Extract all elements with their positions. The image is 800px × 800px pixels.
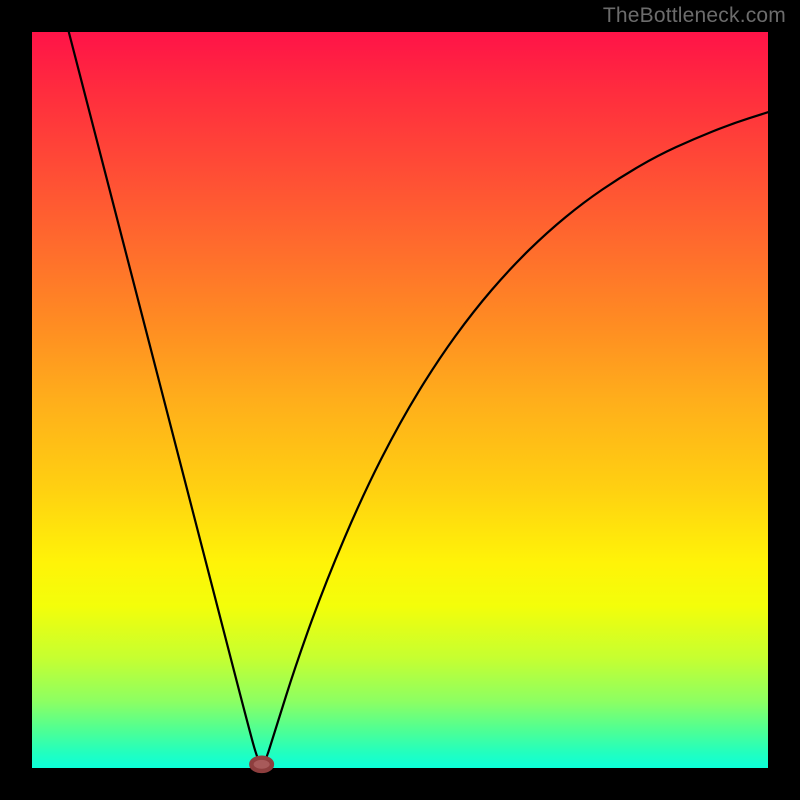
- watermark-text: TheBottleneck.com: [603, 4, 786, 28]
- chart-stage: TheBottleneck.com: [0, 0, 800, 800]
- chart-curve: [69, 32, 768, 764]
- plot-area: [32, 32, 768, 768]
- min-marker: [251, 758, 272, 771]
- chart-svg: [32, 32, 768, 768]
